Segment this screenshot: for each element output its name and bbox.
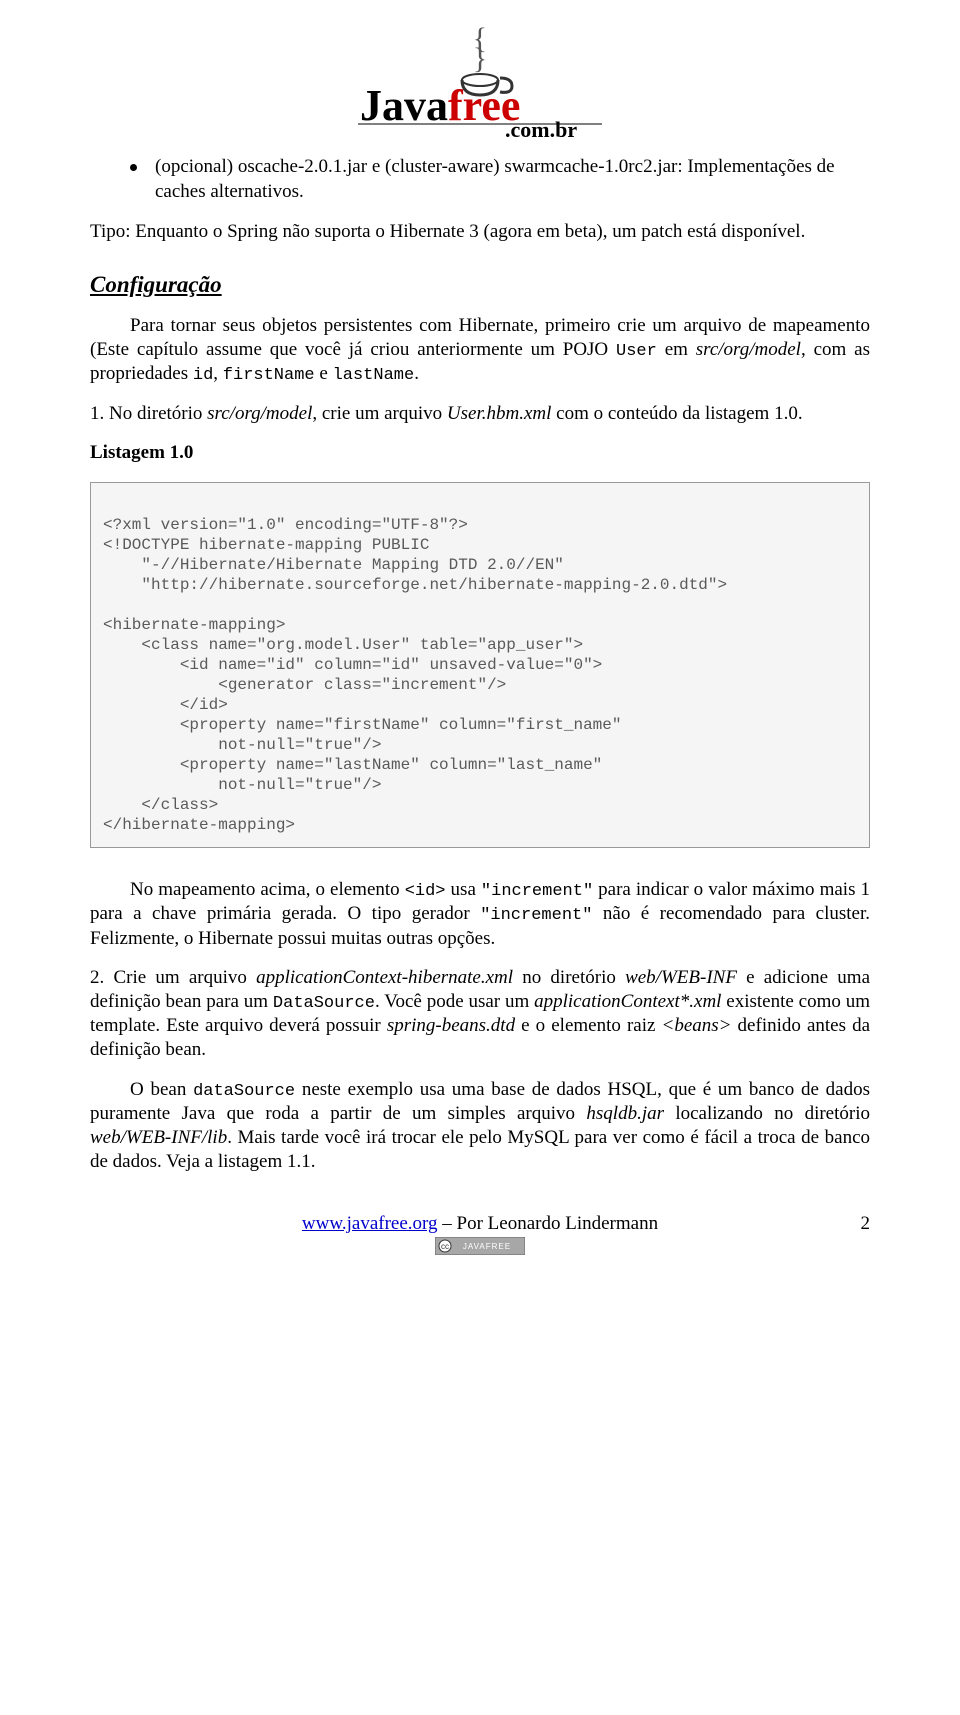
svg-text:cc: cc <box>441 1242 449 1251</box>
svg-text:Javafree: Javafree <box>360 81 520 130</box>
step-1: 1. No diretório src/org/model, crie um a… <box>90 402 870 426</box>
cc-badge-icon: cc JAVAFREE <box>435 1237 525 1261</box>
site-logo: { } Javafree .com.br <box>90 20 870 145</box>
bullet-item: (opcional) oscache-2.0.1.jar e (cluster-… <box>130 155 870 204</box>
config-intro-paragraph: Para tornar seus objetos persistentes co… <box>90 314 870 386</box>
code-listing-1-0: <?xml version="1.0" encoding="UTF-8"?> <… <box>90 482 870 848</box>
mapping-explain-paragraph: No mapeamento acima, o elemento <id> usa… <box>90 878 870 950</box>
page-number: 2 <box>861 1213 871 1235</box>
footer-link[interactable]: www.javafree.org <box>302 1213 438 1234</box>
step-2: 2. Crie um arquivo applicationContext-hi… <box>90 966 870 1062</box>
tip-paragraph: Tipo: Enquanto o Spring não suporta o Hi… <box>90 220 870 244</box>
svg-text:.com.br: .com.br <box>505 117 577 140</box>
footer-author: – Por Leonardo Lindermann <box>438 1213 659 1234</box>
bean-paragraph: O bean dataSource neste exemplo usa uma … <box>90 1078 870 1174</box>
bullet-icon <box>130 164 137 171</box>
listing-label-1-0: Listagem 1.0 <box>90 442 870 464</box>
svg-text:}: } <box>473 42 487 75</box>
svg-text:JAVAFREE: JAVAFREE <box>463 1242 511 1251</box>
bullet-text: (opcional) oscache-2.0.1.jar e (cluster-… <box>155 155 870 204</box>
section-heading-configuracao: Configuração <box>90 272 870 298</box>
page-footer: www.javafree.org – Por Leonardo Linderma… <box>90 1213 870 1261</box>
